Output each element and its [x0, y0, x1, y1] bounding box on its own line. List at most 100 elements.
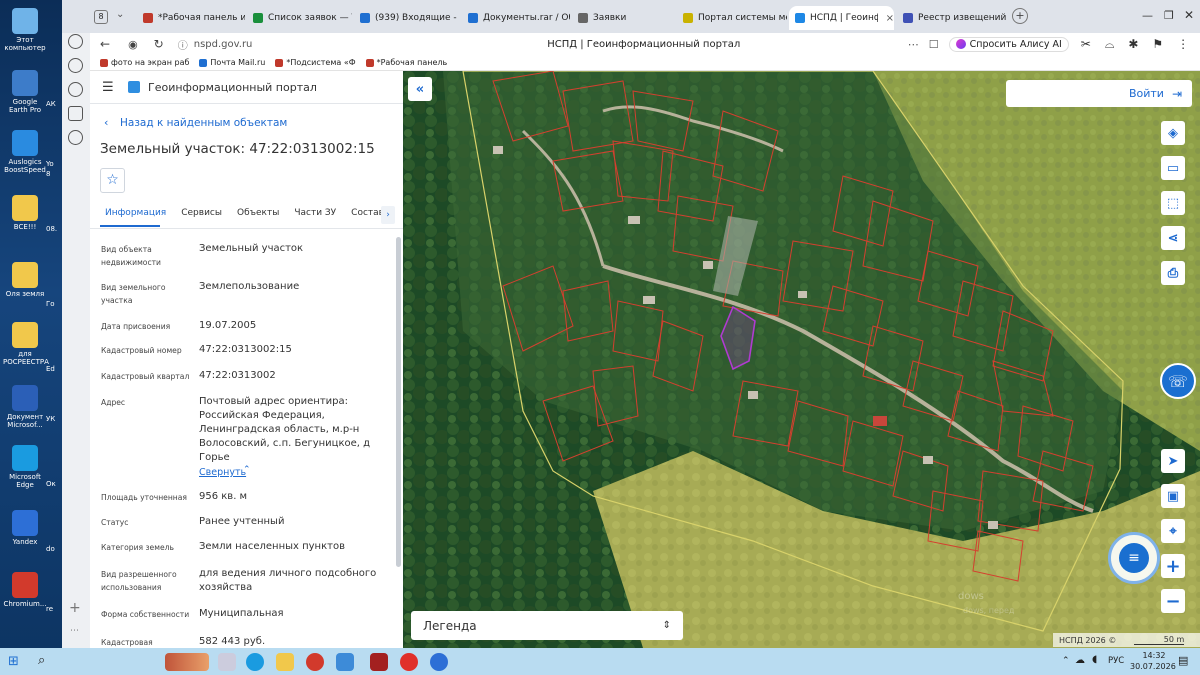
site-info-icon[interactable]: ⓘ — [178, 37, 188, 52]
chevron-up-icon[interactable]: ⌃ — [243, 465, 251, 475]
browser-tab[interactable]: Документы.rar / Обл — [462, 6, 570, 30]
app-taskbar-icon[interactable] — [370, 653, 388, 671]
desktop-icon[interactable]: Этот компьютер — [3, 8, 47, 52]
desktop-icon[interactable]: Yandex — [3, 510, 47, 546]
bookmark-item[interactable]: Почта Mail.ru — [199, 58, 265, 67]
tab-counter[interactable]: 8 — [94, 10, 108, 24]
collapse-panel-button[interactable]: « — [408, 77, 432, 101]
desktop-icon[interactable]: для РОСРЕЕСТРА — [3, 322, 49, 366]
browser-tab[interactable]: НСПД | Геоинфор × — [789, 6, 894, 30]
back-chevron-icon[interactable]: ‹ — [104, 116, 108, 129]
messenger-icon[interactable] — [68, 82, 83, 97]
close-window-button[interactable]: ✕ — [1184, 8, 1194, 22]
history-icon[interactable] — [68, 34, 83, 49]
bookmark-label: фото на экран раб — [111, 58, 190, 67]
info-tab[interactable]: Информация — [100, 208, 176, 224]
layers-icon[interactable]: ◈ — [1161, 121, 1185, 145]
print-icon[interactable]: ⎙ — [1161, 261, 1185, 285]
browser-tab[interactable]: Список заявок — Тех — [247, 6, 352, 30]
info-tab[interactable]: Объекты — [232, 208, 289, 224]
yandex-taskbar-icon[interactable] — [400, 653, 418, 671]
zoom-in-button[interactable]: + — [1161, 554, 1185, 578]
assistant-icon[interactable]: ☏ — [1160, 363, 1196, 399]
share-icon[interactable]: ⋖ — [1161, 226, 1185, 250]
chromium-taskbar-icon[interactable] — [306, 653, 324, 671]
browser-tab[interactable]: Заявки — [572, 6, 672, 30]
desktop-icon[interactable]: Оля земля — [3, 262, 47, 298]
location-pin-icon[interactable]: ⌖ — [1161, 519, 1185, 543]
select-area-icon[interactable]: ⬚ — [1161, 191, 1185, 215]
extension-icon[interactable]: ✂ — [1081, 37, 1091, 51]
reload-icon[interactable]: ↻ — [154, 37, 164, 51]
info-tabs: Информация Сервисы Объекты Части ЗУ Состав — [100, 208, 394, 224]
badge-icon[interactable] — [68, 106, 83, 121]
navigate-icon[interactable]: ➤ — [1161, 449, 1185, 473]
close-tab-icon[interactable]: × — [886, 13, 894, 24]
browser-tab[interactable]: *Рабочая панель исп — [137, 6, 245, 30]
tabs-next-arrow-icon[interactable]: › — [381, 206, 395, 224]
ruler-icon[interactable]: ▭ — [1161, 156, 1185, 180]
back-arrow-icon[interactable]: ← — [100, 37, 110, 51]
back-to-results-link[interactable]: Назад к найденным объектам — [120, 117, 287, 129]
url-field[interactable]: nspd.gov.ru — [194, 39, 394, 50]
alice-button[interactable]: Спросить Алису AI — [948, 36, 1069, 52]
clock-date[interactable]: 30.07.2026 — [1130, 662, 1176, 671]
more-options-icon[interactable]: ⋯ — [908, 38, 919, 51]
desktop-icon[interactable]: Документ Microsof... — [3, 385, 47, 429]
chat-button[interactable]: ≡ — [1108, 532, 1160, 584]
minimize-button[interactable]: — — [1142, 9, 1153, 22]
desktop-app-icon — [12, 195, 38, 221]
sync-icon[interactable]: ⚑ — [1152, 37, 1163, 51]
panel-scrollbar[interactable] — [396, 237, 401, 567]
taskbar-widget[interactable] — [165, 653, 209, 671]
edge-taskbar-icon[interactable] — [246, 653, 264, 671]
desktop-icon[interactable]: Chromium... — [3, 572, 47, 608]
more-icon[interactable]: ⋯ — [70, 626, 79, 636]
yandex-browser-taskbar-icon[interactable] — [430, 653, 448, 671]
bookmark-icon[interactable]: ☐ — [929, 38, 939, 51]
info-tab[interactable]: Части ЗУ — [289, 208, 346, 224]
bookmark-item[interactable]: *Рабочая панель — [365, 58, 447, 67]
puzzle-icon[interactable]: ✱ — [1128, 37, 1138, 51]
notifications-icon[interactable]: ▤ — [1178, 654, 1188, 667]
new-tab-button[interactable]: + — [1012, 8, 1028, 24]
zoom-out-button[interactable]: − — [1161, 589, 1185, 613]
app-taskbar-icon[interactable] — [336, 653, 354, 671]
downloads-icon[interactable]: ⌓ — [1105, 37, 1115, 52]
map-canvas[interactable]: « Войти ⇥ ◈ ▭ ⬚ ⋖ ⎙ ☏ ➤ ▣ ⌖ ≡ + − Легенд… — [403, 71, 1200, 648]
settings-icon[interactable] — [68, 130, 83, 145]
tray-chevron-icon[interactable]: ⌃ — [1062, 656, 1070, 666]
hamburger-menu-icon[interactable]: ☰ — [102, 80, 114, 95]
collapse-address-link[interactable]: Свернуть — [199, 467, 246, 478]
maximize-button[interactable]: ❐ — [1164, 9, 1174, 22]
windows-start-icon[interactable]: ⊞ — [8, 654, 19, 669]
play-icon[interactable] — [68, 58, 83, 73]
tab-list-chevron-icon[interactable]: ⌄ — [116, 9, 124, 20]
cloud-icon[interactable]: ☁ — [1075, 655, 1085, 666]
screen-icon[interactable]: ▣ — [1161, 484, 1185, 508]
search-icon[interactable]: ⌕ — [38, 653, 45, 668]
desktop-icon-label: Google Earth Pro — [8, 98, 42, 114]
desktop-icon[interactable]: Auslogics BoostSpeed — [3, 130, 47, 174]
tab-title: Список заявок — Тех — [268, 13, 352, 23]
legend-dropdown[interactable]: Легенда ⇕ — [411, 611, 683, 640]
language-indicator[interactable]: РУС — [1108, 656, 1124, 666]
favorite-star-button[interactable]: ☆ — [100, 168, 125, 193]
browser-tab[interactable]: Реестр извещений — [897, 6, 1007, 30]
bookmark-item[interactable]: фото на экран раб — [100, 58, 189, 67]
login-button[interactable]: Войти ⇥ — [1006, 80, 1192, 107]
browser-tab[interactable]: (939) Входящие - Поч — [354, 6, 460, 30]
desktop-icon[interactable]: Microsoft Edge — [3, 445, 47, 489]
info-tab[interactable]: Сервисы — [176, 208, 232, 224]
task-view-icon[interactable] — [218, 653, 236, 671]
explorer-taskbar-icon[interactable] — [276, 653, 294, 671]
clock-time[interactable]: 14:32 — [1137, 651, 1171, 660]
tracker-icon[interactable]: ◉ — [128, 38, 138, 51]
desktop-icon[interactable]: ВСЕ!!! — [3, 195, 47, 231]
menu-icon[interactable]: ⋮ — [1177, 37, 1189, 51]
volume-icon[interactable]: ◖ — [1092, 654, 1097, 665]
bookmark-item[interactable]: *Подсистема «Ф — [275, 58, 356, 67]
browser-tab[interactable]: Портал системы меж — [677, 6, 787, 30]
add-sidebar-icon[interactable]: + — [69, 600, 81, 616]
desktop-icon[interactable]: Google Earth Pro — [3, 70, 47, 114]
